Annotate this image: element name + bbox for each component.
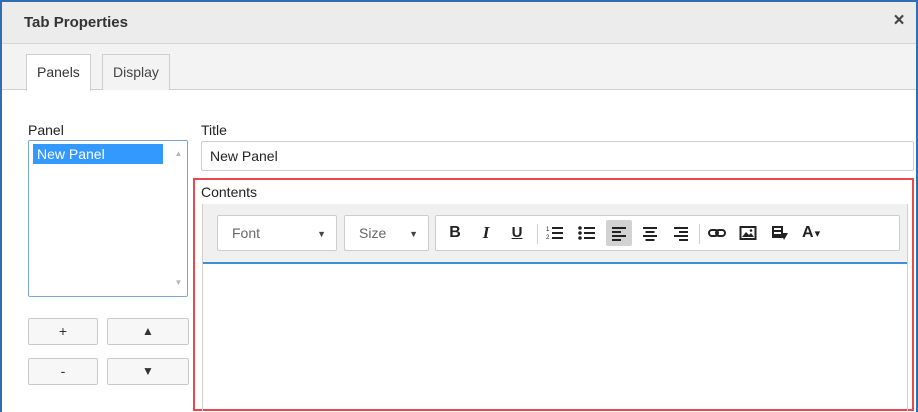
bullet-list-icon [578,226,595,240]
font-select[interactable]: Font ▼ [217,215,337,251]
text-color-icon: A [802,224,814,241]
dialog-title: Tab Properties [24,14,128,31]
italic-button[interactable]: I [473,220,499,246]
bold-button[interactable]: B [442,220,468,246]
size-select[interactable]: Size ▼ [344,215,429,251]
insert-link-button[interactable] [704,220,730,246]
toolbar-separator [537,224,538,244]
title-label: Title [201,122,227,138]
tab-display[interactable]: Display [102,54,170,90]
dialog-titlebar: Tab Properties × [2,2,916,44]
listbox-scrollbar[interactable]: ▲ ▼ [170,141,187,296]
move-down-button[interactable]: ▼ [107,358,189,385]
tab-bar: Panels Display [2,44,916,91]
title-input[interactable]: New Panel [201,141,914,171]
align-right-icon [674,227,688,241]
bullet-list-button[interactable] [574,220,600,246]
size-select-label: Size [359,225,387,241]
scroll-down-arrow-icon[interactable]: ▼ [170,276,187,290]
tab-panels[interactable]: Panels [26,54,91,91]
editor-content-area[interactable] [203,264,907,411]
remove-panel-button[interactable]: - [28,358,98,385]
chevron-down-icon: ▼ [317,229,326,239]
editor-toolbar: Font ▼ Size ▼ B I U 1 2 A▾ [203,204,907,264]
panel-label: Panel [28,122,64,138]
align-right-button[interactable] [668,220,694,246]
panel-listbox[interactable]: New Panel ▲ ▼ [28,140,188,297]
svg-text:2: 2 [546,235,550,241]
media-icon [772,226,788,240]
align-center-button[interactable] [637,220,663,246]
move-up-button[interactable]: ▲ [107,318,189,345]
toolbar-separator [699,224,700,244]
align-center-icon [643,227,657,241]
insert-image-button[interactable] [735,220,761,246]
scroll-up-arrow-icon[interactable]: ▲ [170,147,187,161]
contents-label: Contents [201,184,258,200]
chevron-down-icon: ▾ [814,228,821,240]
text-color-button[interactable]: A▾ [798,220,832,246]
ordered-list-button[interactable]: 1 2 [542,220,568,246]
list-item[interactable]: New Panel [33,144,163,164]
close-icon[interactable]: × [888,10,910,32]
image-icon [739,226,757,240]
align-left-button[interactable] [606,220,632,246]
underline-button[interactable]: U [504,220,530,246]
format-button-group: B I U 1 2 A▾ [435,215,900,251]
contents-rich-text-editor[interactable]: Font ▼ Size ▼ B I U 1 2 A▾ [202,204,908,411]
chevron-down-icon: ▼ [409,229,418,239]
tab-properties-dialog: Tab Properties × Panels Display Panel Ne… [0,0,918,412]
ordered-list-icon: 1 2 [546,227,563,241]
align-left-icon [612,227,626,241]
svg-text:1: 1 [546,227,550,233]
link-icon [708,229,726,237]
font-select-label: Font [232,225,261,241]
add-panel-button[interactable]: + [28,318,98,345]
insert-media-button[interactable] [767,220,793,246]
